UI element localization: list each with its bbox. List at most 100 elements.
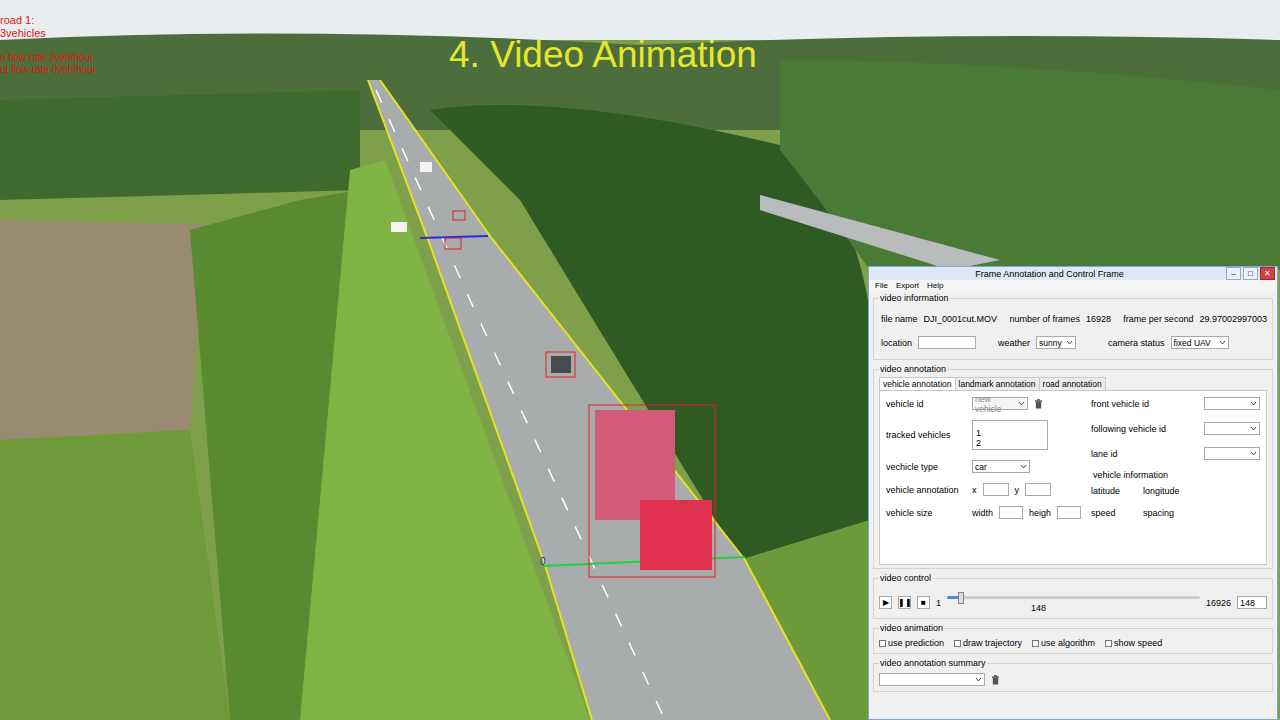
- dropdown-arrow-icon: [975, 677, 982, 682]
- value: 16928: [1086, 314, 1111, 324]
- checkbox[interactable]: [1105, 640, 1112, 647]
- section-title: video control: [879, 573, 932, 583]
- x-field[interactable]: [983, 483, 1009, 496]
- label: vehicle id: [886, 399, 966, 409]
- label: weather: [998, 338, 1030, 348]
- dropdown-arrow-icon: [1018, 401, 1025, 406]
- minimize-button[interactable]: –: [1226, 267, 1241, 280]
- list-item[interactable]: 2: [976, 438, 1044, 448]
- label: number of frames: [1009, 314, 1080, 324]
- link-row: lane id: [1091, 447, 1260, 460]
- video-title: 4. Video Animation: [449, 34, 757, 76]
- road-stat-line: n flow rate 3veh/hour: [0, 52, 96, 64]
- camera-dropdown[interactable]: fixed UAV: [1171, 336, 1229, 349]
- label: heigh: [1029, 508, 1051, 518]
- label: x: [972, 485, 977, 495]
- delete-vehicle-trash-icon[interactable]: [1034, 399, 1043, 409]
- summary-row: [879, 673, 1267, 686]
- label: file name: [881, 314, 918, 324]
- tab-bar: vehicle annotationlandmark annotationroa…: [879, 377, 1267, 391]
- tab[interactable]: road annotation: [1039, 377, 1106, 390]
- dropdown-value: car: [975, 462, 987, 472]
- pause-button[interactable]: ❚❚: [898, 596, 911, 609]
- height-field[interactable]: [1057, 506, 1081, 519]
- dropdown-value: sunny: [1039, 338, 1062, 348]
- dropdown-arrow-icon: [1250, 426, 1257, 431]
- vehicle-type-dropdown[interactable]: car: [972, 460, 1030, 473]
- y-field[interactable]: [1025, 483, 1051, 496]
- frame-slider[interactable]: [947, 596, 1200, 599]
- info-field: latitude: [1091, 486, 1139, 496]
- tracked-vehicles-list[interactable]: 12: [972, 420, 1048, 450]
- checkbox-option[interactable]: use algorithm: [1032, 638, 1095, 648]
- label: width: [972, 508, 993, 518]
- checkbox-option[interactable]: show speed: [1105, 638, 1162, 648]
- end-frame: 16926: [1206, 598, 1231, 608]
- road-stat-line: 3vehicles: [0, 27, 96, 40]
- dropdown-arrow-icon: [1250, 401, 1257, 406]
- checkbox-label: use prediction: [888, 638, 944, 648]
- info-field: longitude: [1143, 486, 1191, 496]
- label: frame per second: [1123, 314, 1193, 324]
- weather-dropdown[interactable]: sunny: [1036, 336, 1076, 349]
- road-stats: road 1:3vehiclesn flow rate 3veh/hourut …: [0, 14, 96, 76]
- line-label: 0: [540, 556, 546, 567]
- following-dropdown[interactable]: [1204, 422, 1260, 435]
- options-row: use prediction draw trajectory use algorit…: [879, 638, 1267, 648]
- checkbox-label: draw trajectory: [963, 638, 1022, 648]
- vehicle-id-dropdown[interactable]: new vehicle: [972, 397, 1028, 410]
- tab[interactable]: landmark annotation: [955, 377, 1040, 390]
- video-information: video information file nameDJI_0001cut.MO…: [873, 293, 1273, 360]
- maximize-button[interactable]: □: [1243, 267, 1258, 280]
- close-button[interactable]: ✕: [1260, 267, 1275, 280]
- frame-rate: frame per second 29.97002997003: [1123, 314, 1267, 324]
- checkbox-option[interactable]: use prediction: [879, 638, 944, 648]
- location-field[interactable]: [918, 336, 976, 349]
- tab[interactable]: vehicle annotation: [879, 377, 956, 390]
- control-row: ▶ ❚❚ ■ 1 148 16926: [879, 592, 1267, 613]
- info-row: file nameDJI_0001cut.MOV number of frames…: [881, 312, 1267, 326]
- summary-dropdown[interactable]: [879, 673, 985, 686]
- dropdown-arrow-icon: [1066, 340, 1073, 345]
- slider-area: 148: [947, 592, 1200, 613]
- menu-item[interactable]: File: [875, 281, 888, 290]
- stop-button[interactable]: ■: [917, 596, 930, 609]
- dropdown-value: fixed UAV: [1174, 338, 1211, 348]
- start-frame: 1: [936, 598, 941, 608]
- dropdown-arrow-icon: [1020, 464, 1027, 469]
- menu-item[interactable]: Export: [896, 281, 919, 290]
- right-column: front vehicle idfollowing vehicle idlane…: [1091, 395, 1260, 560]
- label: location: [881, 338, 912, 348]
- width-field[interactable]: [999, 506, 1023, 519]
- checkbox-label: show speed: [1114, 638, 1162, 648]
- lane-dropdown[interactable]: [1204, 447, 1260, 460]
- label: camera status: [1108, 338, 1165, 348]
- section-title: video information: [879, 293, 950, 303]
- vehicle-id-row: vehicle id new vehicle: [886, 397, 1081, 410]
- annotation-row: vehicle annotationxy: [886, 483, 1081, 496]
- checkbox[interactable]: [954, 640, 961, 647]
- label: y: [1015, 485, 1020, 495]
- left-column: vehicle idnew vehicletracked vehicles12v…: [886, 395, 1081, 560]
- video-control: video control ▶ ❚❚ ■ 1 148 16926: [873, 573, 1273, 619]
- section-title: video annotation summary: [879, 658, 987, 668]
- delete-summary-trash-icon[interactable]: [991, 675, 1000, 685]
- front-dropdown[interactable]: [1204, 397, 1260, 410]
- checkbox[interactable]: [1032, 640, 1039, 647]
- menu-item[interactable]: Help: [927, 281, 943, 290]
- file-name: file nameDJI_0001cut.MOV: [881, 314, 997, 324]
- section-title: video annotation: [879, 364, 947, 374]
- dropdown-arrow-icon: [1250, 451, 1257, 456]
- info-title: vehicle information: [1093, 470, 1260, 480]
- frame-field[interactable]: [1237, 596, 1267, 609]
- label: vehicle size: [886, 508, 966, 518]
- checkbox-label: use algorithm: [1041, 638, 1095, 648]
- checkbox-option[interactable]: draw trajectory: [954, 638, 1022, 648]
- slider-thumb[interactable]: [958, 592, 964, 604]
- tab-label: road annotation: [1043, 379, 1102, 389]
- annotation-summary: video annotation summary: [873, 658, 1273, 692]
- list-item[interactable]: 1: [976, 428, 1044, 438]
- checkbox[interactable]: [879, 640, 886, 647]
- play-button[interactable]: ▶: [879, 596, 892, 609]
- value: 29.97002997003: [1199, 314, 1267, 324]
